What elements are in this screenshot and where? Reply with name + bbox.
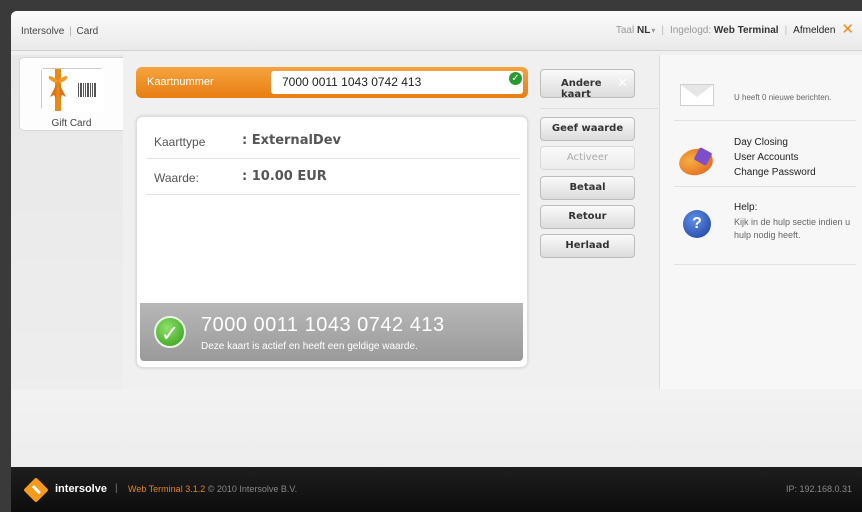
app-window: Intersolve | Card Taal NL ▾ | Ingelogd: …	[11, 11, 862, 512]
check-icon: ✓	[509, 72, 522, 85]
gift-card-graphic	[41, 69, 104, 111]
card-value-row: Waarde: : 10.00 EUR	[146, 159, 520, 195]
content-bottom	[11, 389, 862, 469]
language-label: Taal	[615, 24, 635, 36]
give-value-button[interactable]: Geef waarde	[540, 117, 635, 141]
top-right-menu: Taal NL ▾ | Ingelogd: Web Terminal | Afm…	[615, 22, 854, 37]
logged-in-label: Ingelogd:	[669, 24, 712, 36]
pay-button[interactable]: Betaal	[540, 176, 635, 200]
sidebar-item-label: Gift Card	[51, 118, 92, 129]
card-type-label: Kaarttype	[154, 135, 206, 149]
help-description: Kijk in de hulp sectie indien u hulp nod…	[734, 217, 851, 240]
gift-card-icon	[40, 68, 104, 111]
messages-text[interactable]: U heeft 0 nieuwe berichten.	[734, 93, 831, 102]
reload-button[interactable]: Herlaad	[540, 234, 635, 258]
card-number-label: Kaartnummer	[147, 76, 214, 88]
footer-brand: intersolve	[55, 483, 107, 495]
footer-version-name: Web Terminal 3.1.2	[128, 484, 206, 494]
breadcrumb-page: Card	[76, 26, 99, 37]
sidebar-item-gift-card[interactable]: Gift Card	[19, 57, 123, 131]
envelope-icon[interactable]	[680, 84, 714, 106]
status-message: Deze kaart is actief en heeft een geldig…	[201, 341, 418, 352]
card-number-input[interactable]: 7000 0011 1043 0742 413	[271, 71, 523, 94]
card-type-row: Kaarttype : ExternalDev	[146, 123, 520, 159]
footer-separator: |	[115, 483, 118, 494]
other-card-label: Andere kaart	[561, 78, 602, 100]
footer-version: Web Terminal 3.1.2 © 2010 Intersolve B.V…	[128, 484, 297, 494]
language-select[interactable]: NL	[637, 25, 650, 36]
link-user-accounts[interactable]: User Accounts	[734, 150, 816, 165]
breadcrumb-app: Intersolve	[21, 26, 65, 37]
other-card-button[interactable]: Andere kaart ✕	[540, 69, 635, 100]
footer-copyright: © 2010 Intersolve B.V.	[207, 484, 298, 494]
divider	[540, 108, 658, 109]
footer-ip: IP: 192.168.0.31	[785, 484, 852, 494]
link-day-closing[interactable]: Day Closing	[734, 135, 816, 150]
card-value-value: : 10.00 EUR	[242, 169, 327, 184]
activate-button[interactable]: Activeer	[540, 146, 635, 170]
logged-in-user: Web Terminal	[713, 24, 779, 36]
separator: |	[661, 24, 664, 36]
status-card-number: 7000 0011 1043 0742 413	[201, 314, 445, 336]
intersolve-logo-icon	[23, 477, 49, 503]
close-icon: ✕	[617, 76, 628, 91]
breadcrumb: Intersolve | Card	[21, 26, 98, 37]
top-bar: Intersolve | Card Taal NL ▾ | Ingelogd: …	[11, 11, 862, 51]
logout-link[interactable]: Afmelden	[793, 25, 835, 36]
card-info-panel: Kaarttype : ExternalDev Waarde: : 10.00 …	[136, 116, 528, 368]
separator: |	[784, 24, 788, 36]
breadcrumb-separator: |	[69, 26, 72, 37]
help-title[interactable]: Help:	[734, 202, 757, 213]
card-number-bar: Kaartnummer 7000 0011 1043 0742 413 ✓	[136, 67, 528, 98]
footer: intersolve | Web Terminal 3.1.2 © 2010 I…	[11, 467, 862, 512]
close-icon[interactable]: ✕	[841, 22, 854, 37]
card-value-label: Waarde:	[154, 171, 199, 185]
admin-links: Day Closing User Accounts Change Passwor…	[734, 135, 816, 180]
card-type-value: : ExternalDev	[242, 133, 341, 148]
check-circle-icon: ✓	[154, 316, 186, 348]
chevron-down-icon[interactable]: ▾	[651, 26, 655, 35]
link-change-password[interactable]: Change Password	[734, 165, 816, 180]
return-button[interactable]: Retour	[540, 205, 635, 229]
card-status-bar: ✓ 7000 0011 1043 0742 413 Deze kaart is …	[140, 303, 523, 361]
help-icon[interactable]: ?	[683, 210, 711, 238]
